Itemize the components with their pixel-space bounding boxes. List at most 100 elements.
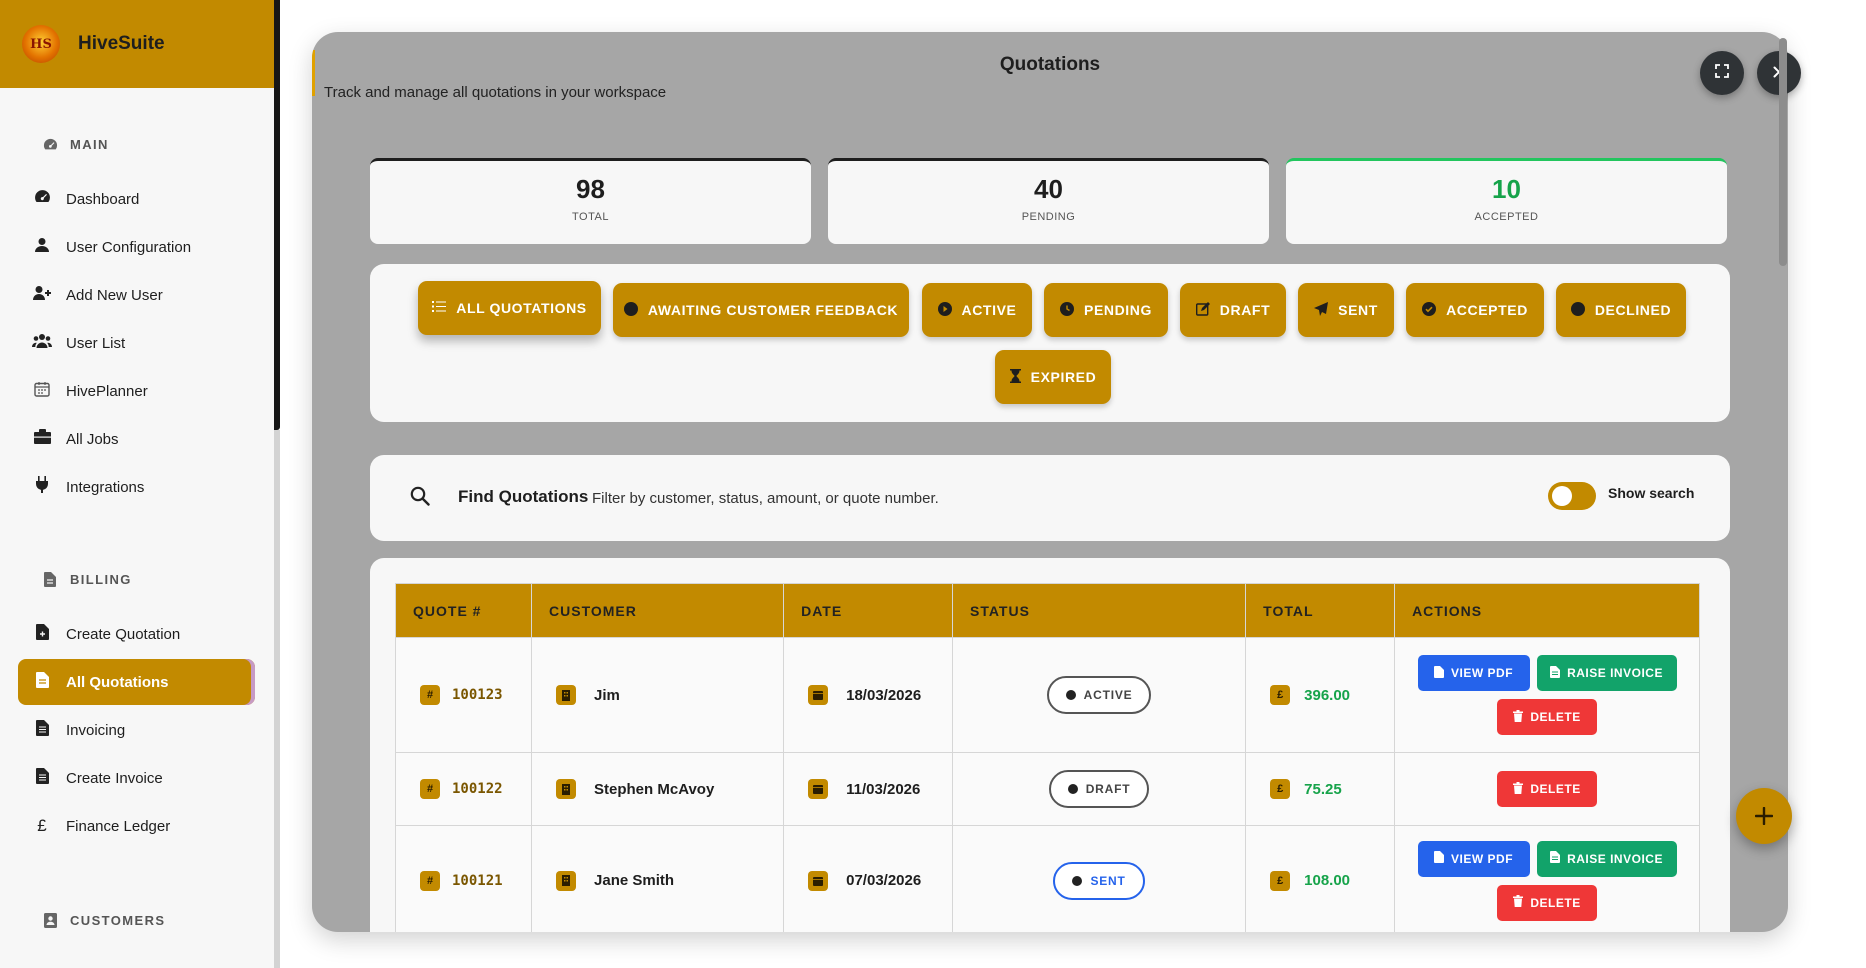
modal-scrollbar-thumb[interactable] (1779, 38, 1787, 266)
stat-value: 10 (1492, 174, 1521, 204)
pound-icon: £ (1270, 870, 1291, 891)
table-panel: QUOTE # CUSTOMER DATE STATUS TOTAL ACTIO… (370, 558, 1730, 932)
customer-name: Stephen McAvoy (594, 780, 715, 798)
search-panel: Find Quotations Filter by customer, stat… (370, 455, 1730, 541)
quote-total: 108.00 (1304, 872, 1351, 889)
filter-pending[interactable]: PENDING (1044, 283, 1168, 337)
view-pdf-button[interactable]: VIEW PDF (1417, 840, 1530, 877)
file-plus-icon (32, 623, 52, 645)
table-row[interactable]: # 100122 Stephen McAvoy 11/03/2026 DRAFT… (394, 752, 1700, 826)
column-header-status[interactable]: STATUS (951, 583, 1247, 638)
button-label: RAISE INVOICE (1567, 666, 1663, 680)
view-pdf-button[interactable]: VIEW PDF (1417, 655, 1530, 691)
raise-invoice-button[interactable]: RAISE INVOICE (1536, 840, 1677, 877)
stat-value: 40 (1034, 174, 1063, 204)
sidebar-item-label: Create Invoice (66, 769, 163, 787)
plug-icon (32, 476, 52, 498)
column-header-date[interactable]: DATE (783, 583, 953, 638)
filter-accepted[interactable]: ACCEPTED (1406, 283, 1544, 337)
app-logo: HS (22, 25, 60, 63)
filter-declined[interactable]: DECLINED (1556, 283, 1686, 337)
show-search-toggle[interactable] (1548, 482, 1596, 510)
trash-icon (1513, 709, 1524, 725)
filter-label: SENT (1338, 302, 1378, 318)
quotations-modal: Quotations Track and manage all quotatio… (312, 32, 1788, 932)
button-label: DELETE (1530, 782, 1581, 796)
edit-icon (1195, 301, 1210, 319)
calendar-icon (808, 870, 829, 891)
building-icon (556, 685, 577, 705)
fullscreen-button[interactable] (1700, 51, 1744, 95)
status-text: SENT (1090, 873, 1126, 888)
status-dot-icon (1072, 875, 1083, 886)
sidebar-item-integrations[interactable]: Integrations (18, 464, 255, 510)
filter-label: ACTIVE (961, 302, 1017, 318)
sidebar-scrollbar-track (274, 430, 280, 968)
sidebar-item-label: All Quotations (66, 673, 169, 691)
sidebar-item-invoicing[interactable]: Invoicing (18, 707, 255, 753)
filter-all-quotations[interactable]: ALL QUOTATIONS (418, 281, 601, 335)
hash-icon: # (420, 870, 440, 891)
sidebar-item-label: Invoicing (66, 721, 126, 739)
pound-icon: £ (37, 816, 47, 835)
search-icon[interactable] (410, 486, 432, 508)
add-quotation-fab[interactable] (1736, 788, 1792, 844)
sidebar-item-label: User Configuration (66, 238, 192, 256)
filter-label: PENDING (1084, 302, 1152, 318)
filter-draft[interactable]: DRAFT (1180, 283, 1286, 337)
sidebar-item-all-jobs[interactable]: All Jobs (18, 416, 255, 462)
section-customers: CUSTOMERS (42, 912, 165, 928)
sidebar-item-label: Integrations (66, 478, 145, 496)
invoice-file-icon (1550, 665, 1561, 681)
sidebar-item-label: Create Quotation (66, 625, 181, 643)
delete-button[interactable]: DELETE (1497, 771, 1598, 807)
sidebar-item-label: HivePlanner (66, 382, 148, 400)
sidebar-item-add-new-user[interactable]: Add New User (18, 272, 255, 318)
raise-invoice-button[interactable]: RAISE INVOICE (1536, 655, 1677, 691)
play-circle-icon (937, 301, 952, 319)
status-badge: SENT (1053, 861, 1145, 900)
sidebar: HS HiveSuite MAIN Dashboard User Configu… (0, 0, 274, 968)
sidebar-item-finance-ledger[interactable]: £ Finance Ledger (18, 803, 255, 849)
delete-button[interactable]: DELETE (1497, 699, 1598, 735)
calendar-icon (808, 685, 829, 705)
file-invoice-icon (32, 719, 52, 741)
brand-header[interactable]: HS HiveSuite (0, 0, 274, 88)
quote-number: 100122 (452, 781, 503, 797)
paper-plane-icon (1314, 301, 1329, 319)
modal-subtitle: Track and manage all quotations in your … (324, 84, 667, 101)
sidebar-scrollbar-thumb[interactable] (274, 0, 280, 430)
sidebar-item-user-configuration[interactable]: User Configuration (18, 224, 255, 270)
sidebar-item-all-quotations[interactable]: All Quotations (18, 659, 255, 705)
plus-icon (1754, 799, 1774, 833)
sidebar-item-create-invoice[interactable]: Create Invoice (18, 755, 255, 801)
filter-awaiting-customer-feedback[interactable]: AWAITING CUSTOMER FEEDBACK (613, 283, 909, 337)
section-main: MAIN (42, 136, 109, 152)
column-header-customer[interactable]: CUSTOMER (531, 583, 785, 638)
table-row[interactable]: # 100121 Jane Smith 07/03/2026 SENT £ 10… (394, 825, 1700, 932)
filter-sent[interactable]: SENT (1298, 283, 1394, 337)
briefcase-icon (32, 429, 52, 449)
quote-total: 75.25 (1304, 780, 1342, 798)
stat-label: PENDING (1021, 211, 1076, 223)
filter-active[interactable]: ACTIVE (922, 283, 1032, 337)
quote-date: 07/03/2026 (846, 872, 922, 889)
section-billing: BILLING (42, 571, 132, 587)
section-customers-label: CUSTOMERS (70, 912, 166, 928)
table-row[interactable]: # 100123 Jim 18/03/2026 ACTIVE £ 396.00 … (394, 637, 1700, 753)
sidebar-item-hiveplanner[interactable]: HivePlanner (18, 368, 255, 414)
sidebar-item-user-list[interactable]: User List (18, 320, 255, 366)
section-billing-label: BILLING (70, 571, 132, 587)
sidebar-item-create-quotation[interactable]: Create Quotation (18, 611, 255, 657)
gauge-icon (42, 136, 58, 152)
search-description: Filter by customer, status, amount, or q… (592, 490, 939, 507)
status-text: ACTIVE (1083, 688, 1133, 702)
delete-button[interactable]: DELETE (1497, 884, 1598, 921)
check-circle-icon (1422, 301, 1437, 319)
column-header-quote[interactable]: QUOTE # (394, 583, 533, 638)
column-header-total[interactable]: TOTAL (1245, 583, 1396, 638)
filter-expired[interactable]: EXPIRED (995, 350, 1111, 404)
stat-value: 98 (576, 174, 605, 204)
section-main-label: MAIN (70, 136, 109, 152)
sidebar-item-dashboard[interactable]: Dashboard (18, 176, 255, 222)
